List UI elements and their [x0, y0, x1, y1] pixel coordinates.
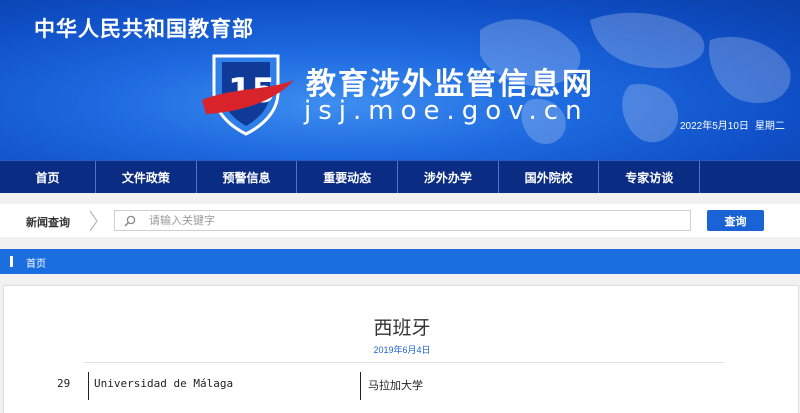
nav-item-foreign-institutions[interactable]: 国外院校	[499, 161, 600, 193]
table-row: 29 Universidad de Málaga 马拉加大学	[4, 372, 800, 400]
nav-item-policy[interactable]: 文件政策	[96, 161, 197, 193]
site-domain: jsj.moe.gov.cn	[304, 96, 589, 126]
nav-item-warnings[interactable]: 预警信息	[197, 161, 298, 193]
article-title: 西班牙	[373, 317, 431, 339]
header-banner: 中华人民共和国教育部 15 教育涉外监管信息网 jsj.moe.gov.cn 2…	[0, 0, 800, 160]
weekday-text: 星期二	[754, 121, 785, 132]
nav-item-expert-interviews[interactable]: 专家访谈	[599, 161, 701, 193]
current-date: 2022年5月10日 星期二	[680, 117, 785, 132]
news-search-bar: 新闻查询 查询	[0, 204, 800, 237]
chevron-right-icon	[89, 210, 98, 232]
article-content: 西班牙 2019年6月4日 29 Universidad de Málaga 马…	[3, 285, 799, 413]
article-divider	[84, 362, 724, 363]
nav-item-news[interactable]: 重要动态	[297, 161, 399, 193]
ministry-title[interactable]: 中华人民共和国教育部	[34, 13, 254, 43]
search-label: 新闻查询	[26, 217, 70, 229]
breadcrumb-marker	[10, 256, 13, 267]
main-nav: 首页 文件政策 预警信息 重要动态 涉外办学 国外院校 专家访谈	[0, 160, 800, 193]
article-date: 2019年6月4日	[373, 345, 431, 355]
search-button[interactable]: 查询	[707, 210, 764, 231]
date-text: 2022年5月10日	[680, 121, 749, 132]
breadcrumb-home-link[interactable]: 首页	[26, 255, 46, 270]
university-name: Universidad de Málaga	[94, 377, 234, 390]
nav-item-home[interactable]: 首页	[0, 161, 96, 193]
column-divider	[88, 372, 89, 400]
university-name-chinese: 马拉加大学	[368, 379, 423, 392]
site-logo[interactable]: 15	[200, 50, 296, 140]
search-icon	[124, 215, 136, 227]
breadcrumb: 首页	[0, 249, 800, 274]
nav-item-foreign-schools-operation[interactable]: 涉外办学	[398, 161, 499, 193]
column-divider	[360, 372, 361, 400]
row-number: 29	[57, 377, 71, 390]
search-input[interactable]	[114, 210, 691, 231]
